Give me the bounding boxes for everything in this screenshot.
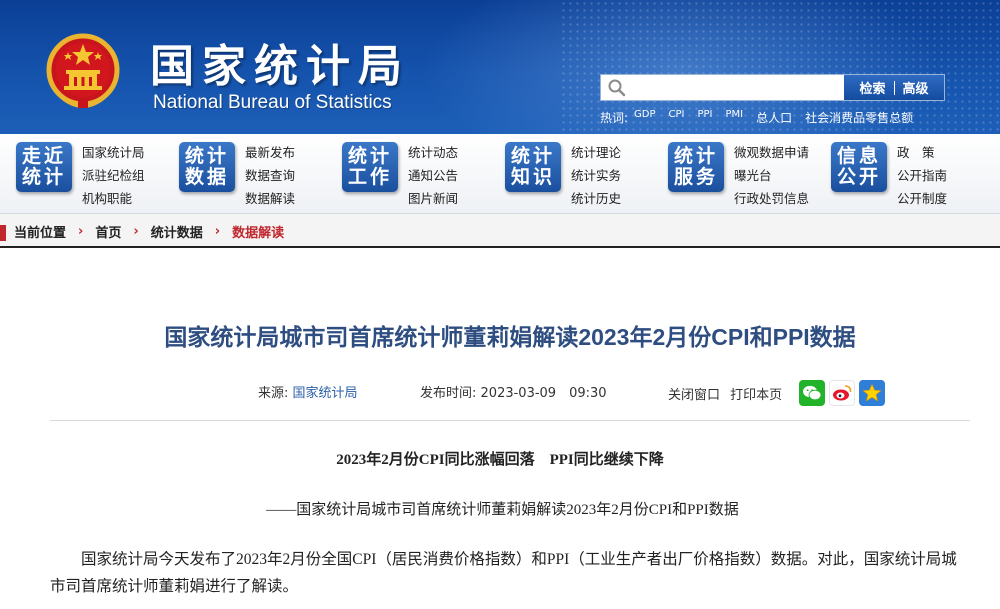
site-title-en: National Bureau of Statistics [153, 92, 392, 113]
search-button[interactable]: 检索 [851, 78, 893, 97]
nav-links: 统计动态 通知公告 图片新闻 [408, 141, 458, 210]
source-link[interactable]: 国家统计局 [293, 386, 358, 401]
nav-link[interactable]: 通知公告 [408, 164, 458, 187]
site-header: 国家统计局 National Bureau of Statistics 检索 高… [0, 0, 1000, 134]
nav-badge[interactable]: 统计 服务 [668, 142, 724, 192]
hotword-link[interactable]: 社会消费品零售总额 [805, 109, 913, 126]
chevron-right-icon: › [214, 223, 221, 239]
nav-links: 最新发布 数据查询 数据解读 [245, 141, 295, 210]
hotwords-label: 热词: [600, 111, 629, 125]
nav-link[interactable]: 派驻纪检组 [82, 164, 145, 187]
print-page-button[interactable]: 打印本页 [730, 388, 782, 403]
favorite-icon[interactable] [859, 380, 885, 406]
nav-link[interactable]: 公开制度 [897, 187, 947, 210]
nav-link[interactable]: 数据解读 [245, 187, 295, 210]
article-subtitle: 2023年2月份CPI同比涨幅回落 PPI同比继续下降 [336, 452, 664, 468]
breadcrumb: 当前位置 › 首页 › 统计数据 › 数据解读 [0, 214, 1000, 248]
breadcrumb-stats-data[interactable]: 统计数据 [151, 222, 203, 241]
hotword-link[interactable]: CPI [669, 109, 685, 126]
nav-link[interactable]: 统计历史 [571, 187, 621, 210]
nav-link[interactable]: 曝光台 [734, 164, 809, 187]
article-actions: 关闭窗口 打印本页 [668, 384, 782, 403]
nav-link[interactable]: 机构职能 [82, 187, 145, 210]
nav-badge[interactable]: 统计 知识 [505, 142, 561, 192]
search-button-group: 检索 高级 [844, 75, 944, 100]
nav-badge[interactable]: 统计 工作 [342, 142, 398, 192]
weibo-icon[interactable] [829, 380, 855, 406]
article-caption: ——国家统计局城市司首席统计师董莉娟解读2023年2月份CPI和PPI数据 [266, 502, 739, 518]
nav-link[interactable]: 最新发布 [245, 141, 295, 164]
breadcrumb-home[interactable]: 首页 [95, 222, 121, 241]
nav-link[interactable]: 公开指南 [897, 164, 947, 187]
main-nav: 走近 统计 国家统计局 派驻纪检组 机构职能 统计 数据 最新发布 数据查询 数据解… [0, 134, 1000, 214]
nav-link[interactable]: 微观数据申请 [734, 141, 809, 164]
time-value: 2023-03-09 09:30 [480, 386, 607, 401]
search-input[interactable] [631, 77, 841, 98]
nav-links: 统计理论 统计实务 统计历史 [571, 141, 621, 210]
wechat-icon[interactable] [799, 380, 825, 406]
site-title-cn: 国家统计局 [150, 41, 410, 92]
search-icon [608, 79, 626, 97]
hotwords-bar: 热词: GDP CPI PPI PMI 总人口 社会消费品零售总额 [600, 109, 960, 126]
search-box: 检索 高级 [600, 74, 945, 101]
nav-link[interactable]: 统计实务 [571, 164, 621, 187]
advanced-search-button[interactable]: 高级 [895, 78, 937, 97]
nav-badge[interactable]: 走近 统计 [16, 142, 72, 192]
article-time: 发布时间: 2023-03-09 09:30 [420, 382, 607, 401]
nav-badge[interactable]: 信息 公开 [831, 142, 887, 192]
nav-link[interactable]: 国家统计局 [82, 141, 145, 164]
chevron-right-icon: › [78, 223, 84, 239]
nav-link[interactable]: 统计动态 [408, 141, 458, 164]
chevron-right-icon: › [133, 223, 139, 239]
nav-link[interactable]: 行政处罚信息 [734, 187, 809, 210]
nav-links: 微观数据申请 曝光台 行政处罚信息 [734, 141, 809, 210]
hotword-link[interactable]: PPI [698, 109, 713, 126]
breadcrumb-marker [0, 225, 6, 241]
nav-links: 国家统计局 派驻纪检组 机构职能 [82, 141, 145, 210]
hotword-link[interactable]: PMI [726, 109, 744, 126]
hotword-link[interactable]: GDP [634, 109, 655, 126]
breadcrumb-items: 当前位置 › 首页 › 统计数据 › 数据解读 [14, 214, 284, 248]
nav-link[interactable]: 统计理论 [571, 141, 621, 164]
breadcrumb-current[interactable]: 数据解读 [232, 222, 284, 241]
nav-links: 政 策 公开指南 公开制度 [897, 141, 947, 210]
time-label: 发布时间: [420, 386, 477, 401]
nav-link[interactable]: 图片新闻 [408, 187, 458, 210]
nav-link[interactable]: 政 策 [897, 141, 947, 164]
close-window-button[interactable]: 关闭窗口 [668, 388, 720, 403]
nav-badge[interactable]: 统计 数据 [179, 142, 235, 192]
source-label: 来源: [258, 386, 289, 401]
hotword-link[interactable]: 总人口 [756, 109, 792, 126]
article-paragraph: 国家统计局今天发布了2023年2月份全国CPI（居民消费价格指数）和PPI（工业… [50, 551, 957, 595]
article-source: 来源: 国家统计局 [258, 382, 358, 401]
nav-link[interactable]: 数据查询 [245, 164, 295, 187]
article-divider [50, 420, 970, 421]
breadcrumb-label: 当前位置 [14, 225, 67, 241]
article-title: 国家统计局城市司首席统计师董莉娟解读2023年2月份CPI和PPI数据 [164, 324, 856, 350]
national-emblem-icon [46, 33, 120, 108]
